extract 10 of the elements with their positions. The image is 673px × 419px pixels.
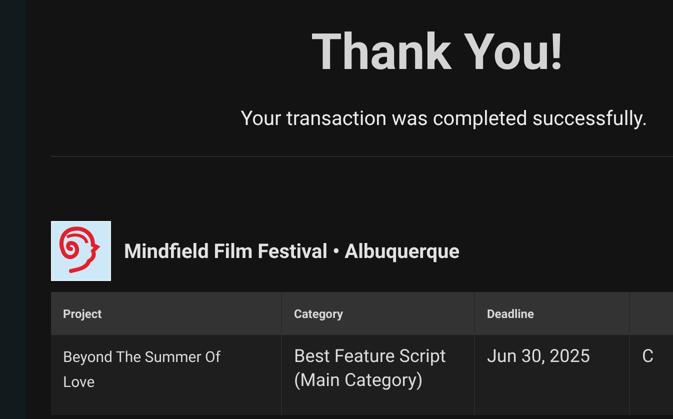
table-cell-text: Jun 30, 2025 — [487, 345, 591, 369]
table-cell-text: C — [642, 345, 655, 369]
column-header: Project — [63, 306, 102, 322]
heading: Thank You! — [310, 23, 564, 84]
column-header: Deadline — [487, 306, 534, 322]
festival-name: Mindfield Film Festival • Albuquerque — [124, 238, 460, 265]
table-cell-text: Beyond The Summer Of Love — [63, 347, 222, 393]
success-message: Your transaction was completed successfully. — [240, 105, 648, 132]
table-cell-text: Best Feature Script (Main Category) — [294, 345, 447, 393]
column-header: Category — [294, 306, 343, 322]
